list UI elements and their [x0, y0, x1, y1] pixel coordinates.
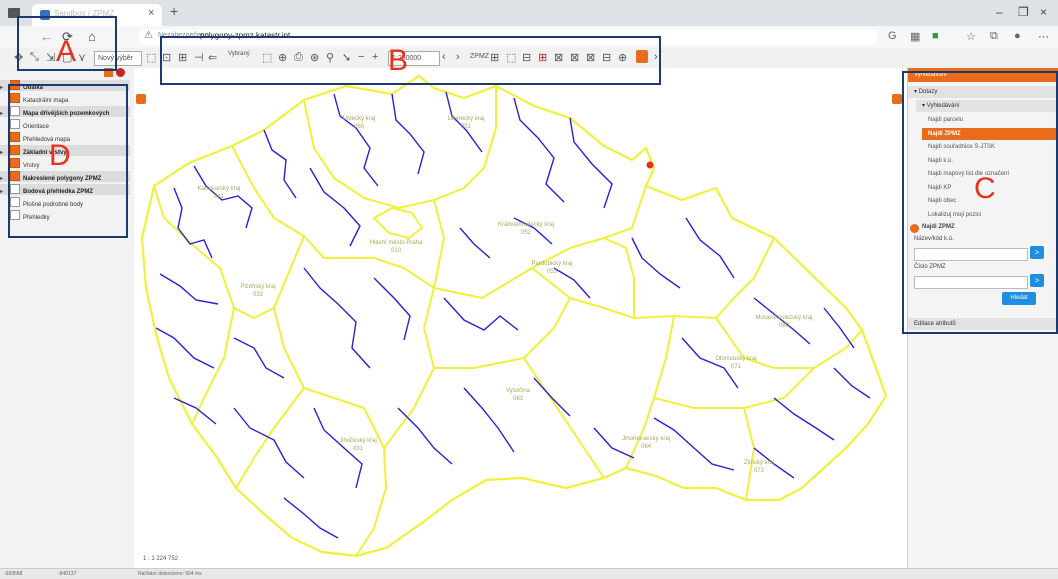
region-code-label: 010: [391, 248, 402, 254]
annotation-label-a: A: [56, 35, 77, 68]
district-border: [391, 93, 425, 175]
status-bar: -669588 -840137 Načítání dokončeno: 994 …: [0, 568, 1058, 579]
district-border: [753, 297, 811, 345]
window-maximize-button[interactable]: ❐: [1018, 5, 1029, 19]
district-border: [233, 407, 305, 479]
expand-icon[interactable]: ▸: [0, 174, 8, 182]
annotation-box-b: [160, 36, 661, 85]
district-border: [553, 267, 591, 299]
region-code-label: 032: [253, 292, 264, 298]
annotation-label-d: D: [49, 139, 71, 172]
tab-close-icon[interactable]: ×: [148, 7, 154, 19]
region-border: [433, 199, 446, 289]
district-border: [445, 91, 483, 153]
map-svg: Ústecký kraj 060 Liberecký kraj 051 Karlovar…: [140, 74, 888, 558]
district-border: [443, 297, 519, 331]
district-border: [459, 227, 491, 259]
region-name-label: Královéhradecký kraj: [498, 222, 554, 228]
region-name-label: Jihočeský kraj: [339, 438, 377, 444]
window-minimize-button[interactable]: –: [996, 5, 1003, 19]
district-border: [173, 187, 213, 259]
district-border: [593, 427, 635, 459]
scale-readout: 1 : 1 224 752: [140, 556, 182, 562]
region-code-label: 031: [353, 446, 364, 452]
region-code-label: 071: [731, 364, 742, 370]
region-name-label: Liberecký kraj: [447, 116, 484, 122]
favorites-star-icon[interactable]: ☆: [966, 30, 976, 43]
district-border: [631, 237, 681, 289]
district-border: [681, 337, 739, 389]
translate-icon[interactable]: G: [888, 30, 897, 42]
zoom-box-icon[interactable]: ⬚: [146, 51, 156, 64]
region-name-label: Moravskoslezský kraj: [755, 315, 812, 321]
map-canvas[interactable]: Ústecký kraj 060 Liberecký kraj 051 Karlovar…: [134, 68, 907, 568]
district-border: [303, 267, 371, 369]
annotation-label-c: C: [974, 172, 996, 205]
region-name-label: Hlavní město Praha: [370, 240, 423, 246]
district-border: [283, 497, 339, 539]
district-border: [569, 117, 613, 209]
region-code-label: 063: [513, 396, 524, 402]
more-menu-icon[interactable]: ⋯: [1038, 30, 1049, 43]
expand-icon[interactable]: ▸: [0, 148, 8, 156]
profile-icon[interactable]: ●: [1014, 30, 1021, 42]
region-border: [383, 367, 435, 449]
region-name-label: Pardubický kraj: [531, 261, 572, 267]
district-border: [833, 367, 871, 399]
region-name-label: Ústecký kraj: [343, 115, 376, 122]
region-name-label: Karlovarský kraj: [198, 186, 241, 192]
district-border: [333, 93, 379, 187]
reader-icon[interactable]: ▦: [910, 30, 920, 43]
region-border: [523, 357, 605, 479]
location-marker: [646, 161, 654, 169]
region-border: [569, 237, 775, 320]
region-code-label: 051: [461, 124, 472, 130]
warning-icon: ⚠: [144, 30, 153, 41]
browser-tab-bar: Sandbox / ZPMZ × + – ❐ ×: [0, 0, 1058, 26]
region-border: [153, 185, 305, 320]
new-tab-button[interactable]: +: [170, 3, 178, 19]
district-border: [653, 417, 735, 471]
expand-icon[interactable]: ▸: [0, 109, 8, 117]
region-name-label: Vysočina: [506, 388, 531, 394]
region-code-label: 072: [754, 468, 765, 474]
district-border: [373, 277, 411, 341]
region-border: [653, 367, 815, 409]
region-code-label: 041: [214, 194, 225, 200]
map-right-toggle-icon[interactable]: [892, 94, 902, 104]
annotation-label-b: B: [388, 44, 409, 77]
layer-panel-close-icon[interactable]: [116, 68, 125, 77]
district-border: [773, 397, 835, 441]
district-border: [463, 387, 515, 453]
region-border: [273, 307, 388, 557]
region-code-label: 080: [779, 323, 790, 329]
region-border: [372, 206, 424, 240]
region-name-label: Zlínský kraj: [744, 460, 774, 466]
region-name-label: Jihomoravský kraj: [622, 436, 670, 442]
region-code-label: 053: [547, 269, 558, 275]
collections-icon[interactable]: ⧉: [990, 30, 998, 43]
region-code-label: 060: [354, 124, 365, 130]
expand-icon[interactable]: ▸: [0, 187, 8, 195]
window-close-button[interactable]: ×: [1040, 5, 1047, 19]
region-code-label: 052: [521, 230, 532, 236]
region-border: [191, 307, 235, 425]
district-border: [159, 273, 219, 305]
region-code-label: 064: [641, 444, 652, 450]
region-name-label: Olomoucký kraj: [715, 356, 756, 362]
region-border: [603, 237, 635, 318]
district-border: [533, 377, 571, 417]
expand-icon[interactable]: ▸: [0, 83, 8, 91]
extension-icon[interactable]: ■: [932, 30, 939, 42]
region-border: [303, 86, 497, 210]
district-border: [397, 407, 453, 465]
district-border: [263, 129, 297, 199]
district-border: [685, 217, 735, 279]
map-left-toggle-icon[interactable]: [136, 94, 146, 104]
region-border: [743, 407, 756, 501]
district-border: [233, 337, 285, 379]
region-name-label: Plzeňský kraj: [240, 284, 275, 290]
